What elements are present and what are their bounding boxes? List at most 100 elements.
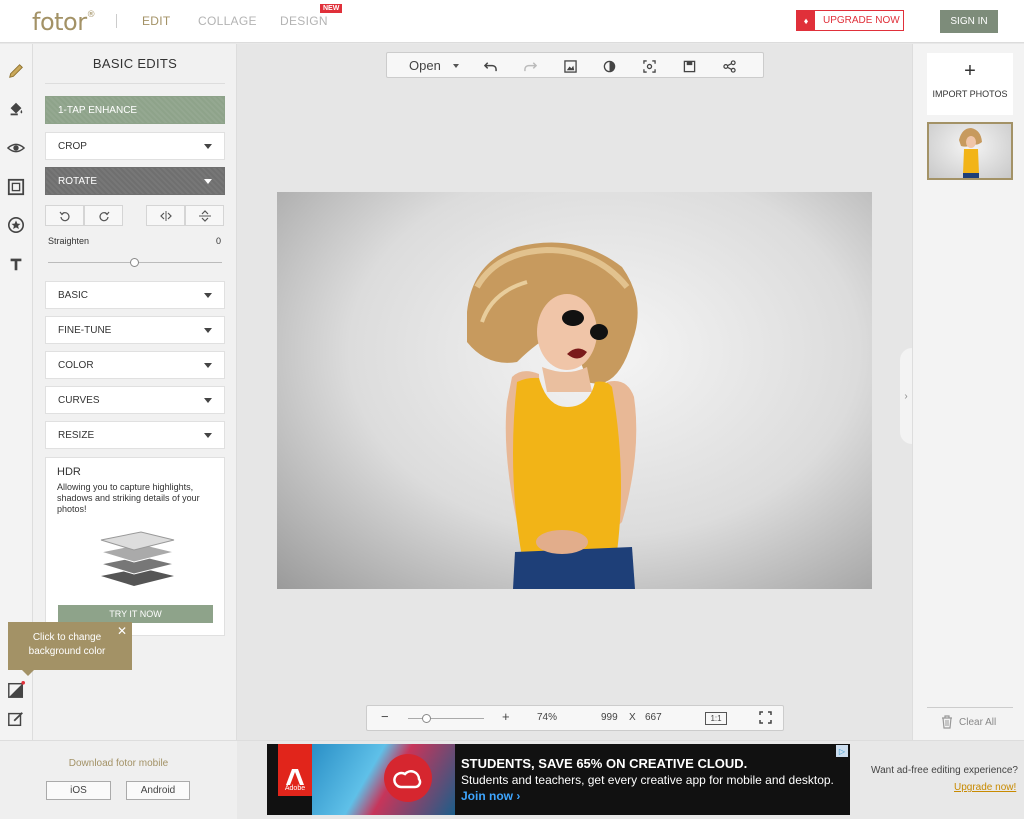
zoom-percent: 74% (537, 712, 558, 723)
adobe-a-icon (286, 769, 304, 785)
rotate-buttons (45, 205, 123, 226)
nav-collage[interactable]: COLLAGE (198, 14, 257, 28)
eye-icon[interactable] (6, 138, 26, 158)
caret-down-icon (204, 363, 212, 368)
curves-label: CURVES (58, 394, 100, 406)
color-label: COLOR (58, 359, 94, 371)
flip-horizontal-icon[interactable] (146, 205, 185, 226)
rotate-left-icon[interactable] (45, 205, 84, 226)
sticker-star-icon[interactable] (6, 215, 26, 235)
fotor-logo[interactable]: fotor® (32, 8, 96, 36)
close-icon[interactable]: ✕ (117, 624, 127, 638)
zoom-out-button[interactable]: − (381, 709, 389, 724)
photo-thumbnail[interactable] (927, 122, 1013, 180)
caret-down-icon (204, 293, 212, 298)
upgrade-now-link[interactable]: Upgrade now! (954, 782, 1016, 793)
paint-bucket-icon[interactable] (6, 99, 26, 119)
import-photos-button[interactable]: + IMPORT PHOTOS (927, 53, 1013, 115)
rotate-label: ROTATE (58, 175, 98, 187)
fine-tune-label: FINE-TUNE (58, 324, 112, 336)
save-icon[interactable] (681, 58, 697, 74)
image-height: 667 (645, 712, 662, 723)
ios-button[interactable]: iOS (46, 781, 111, 800)
collapse-right-panel-icon[interactable]: › (900, 348, 912, 444)
new-badge: NEW (320, 4, 343, 13)
basic-dropdown[interactable]: BASIC (45, 281, 225, 309)
photo-hands (536, 530, 588, 554)
mobile-download-area: Download fotor mobile iOS Android (0, 741, 237, 819)
frame-icon[interactable] (6, 177, 26, 197)
enhance-label: 1-TAP ENHANCE (58, 104, 138, 116)
caret-down-icon (204, 433, 212, 438)
one-tap-enhance-button[interactable]: 1-TAP ENHANCE (45, 96, 225, 124)
crop-dropdown[interactable]: CROP (45, 132, 225, 160)
compare-icon[interactable] (601, 58, 617, 74)
divider (116, 14, 117, 28)
zoom-slider-knob[interactable] (422, 714, 431, 723)
hdr-promo-card: HDR Allowing you to capture highlights, … (45, 457, 225, 636)
basic-label: BASIC (58, 289, 89, 301)
straighten-value: 0 (216, 236, 222, 246)
pencil-icon[interactable] (6, 61, 26, 81)
text-icon[interactable] (6, 254, 26, 274)
nav-design[interactable]: DESIGN (280, 14, 328, 28)
curves-dropdown[interactable]: CURVES (45, 386, 225, 414)
zoom-in-button[interactable]: + (502, 709, 510, 724)
creative-cloud-icon (384, 754, 432, 802)
photo-yellow-tank-top (513, 377, 621, 557)
caret-down-icon (204, 144, 212, 149)
android-button[interactable]: Android (126, 781, 190, 800)
caret-down-icon (204, 398, 212, 403)
photo-jeans (513, 547, 635, 589)
thumbnail-image (959, 128, 982, 178)
rotate-right-icon[interactable] (84, 205, 123, 226)
caret-down-icon (204, 179, 212, 184)
sign-in-button[interactable]: SIGN IN (940, 10, 998, 33)
image-icon[interactable] (562, 58, 578, 74)
actual-size-button[interactable]: 1:1 (705, 712, 727, 725)
tooltip-text: Click to change background color (28, 632, 106, 657)
ad-join-link[interactable]: Join now › (461, 789, 520, 803)
color-dropdown[interactable]: COLOR (45, 351, 225, 379)
zoom-slider-track[interactable] (408, 718, 484, 719)
straighten-label: Straighten (48, 236, 90, 246)
resize-dropdown[interactable]: RESIZE (45, 421, 225, 449)
diamond-icon: ♦ (797, 11, 815, 30)
hdr-title: HDR (57, 466, 81, 478)
edit-note-icon[interactable] (6, 709, 26, 729)
straighten-slider-knob[interactable] (130, 258, 139, 267)
caret-down-icon[interactable] (453, 64, 459, 68)
plus-icon: + (964, 60, 976, 82)
upgrade-now-button[interactable]: ♦ UPGRADE NOW (796, 10, 904, 31)
crop-label: CROP (58, 140, 87, 152)
hdr-description: Allowing you to capture highlights, shad… (57, 482, 200, 514)
fullscreen-icon[interactable] (759, 711, 772, 727)
flip-buttons (146, 205, 224, 226)
nav-edit[interactable]: EDIT (142, 14, 171, 28)
photo-woman-illustration (467, 242, 638, 589)
ad-choices-icon[interactable]: ▷ (836, 745, 848, 757)
caret-down-icon (204, 328, 212, 333)
edited-photo[interactable] (277, 192, 872, 589)
clear-all-button[interactable]: Clear All (941, 715, 996, 729)
open-button[interactable]: Open (409, 58, 441, 73)
background-color-icon[interactable] (6, 680, 26, 700)
rotate-dropdown[interactable]: ROTATE (45, 167, 225, 195)
footer: Download fotor mobile iOS Android Adobe … (0, 740, 1024, 819)
focus-icon[interactable] (641, 58, 657, 74)
ad-subtext: Students and teachers, get every creativ… (461, 773, 834, 787)
try-it-now-button[interactable]: TRY IT NOW (58, 605, 213, 623)
undo-icon[interactable] (482, 58, 498, 74)
flip-vertical-icon[interactable] (185, 205, 224, 226)
adobe-label: Adobe (284, 785, 306, 792)
redo-icon[interactable] (522, 58, 538, 74)
clear-all-label: Clear All (959, 716, 997, 728)
hdr-layers-illustration (100, 531, 175, 586)
download-mobile-label: Download fotor mobile (68, 758, 169, 769)
share-icon[interactable] (721, 58, 737, 74)
photo-neck (542, 367, 592, 392)
upgrade-label: UPGRADE NOW (823, 15, 900, 26)
photos-panel: + IMPORT PHOTOS Clear All (912, 44, 1024, 740)
advertisement-banner[interactable]: Adobe STUDENTS, SAVE 65% ON CREATIVE CLO… (267, 744, 850, 815)
fine-tune-dropdown[interactable]: FINE-TUNE (45, 316, 225, 344)
